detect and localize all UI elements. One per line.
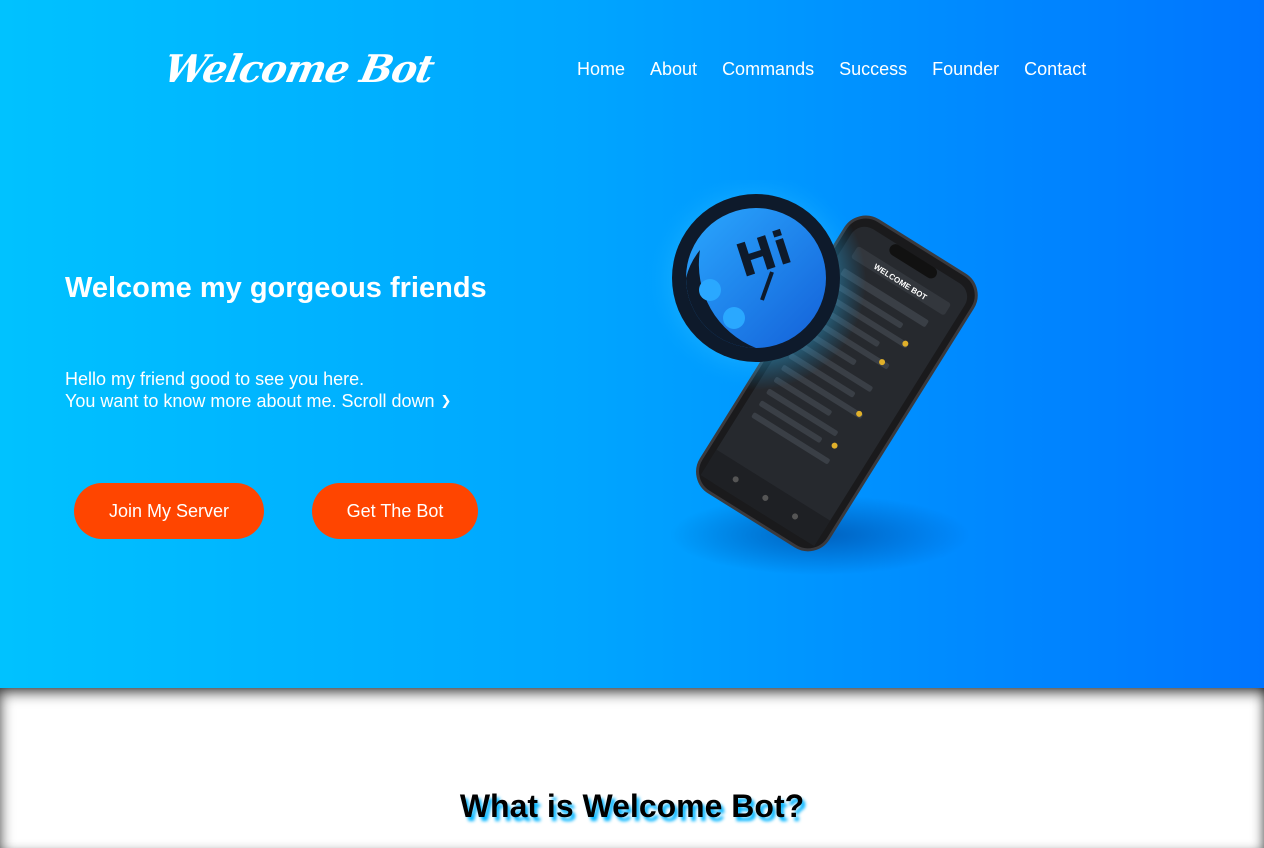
nav-commands[interactable]: Commands (722, 59, 814, 80)
join-server-button[interactable]: Join My Server (74, 483, 264, 539)
hi-badge-icon: Hi (672, 194, 840, 362)
phone-illustration: WELCOME BOT Hi (646, 180, 978, 575)
hero-intro: Hello my friend good to see you here. Yo… (65, 368, 451, 412)
nav-success[interactable]: Success (839, 59, 907, 80)
nav-contact[interactable]: Contact (1024, 59, 1086, 80)
hero-section: Welcome Bot Home About Commands Success … (0, 0, 1264, 688)
site-logo[interactable]: Welcome Bot (160, 46, 438, 91)
double-chevron-down-icon[interactable]: ❯︎ (441, 390, 452, 412)
section-title: What is Welcome Bot? (459, 788, 805, 824)
about-section: What is Welcome Bot? (0, 688, 1264, 848)
intro-line-2-text: You want to know more about me. Scroll d… (65, 391, 435, 411)
main-nav: Home About Commands Success Founder Cont… (577, 59, 1086, 80)
intro-line-1: Hello my friend good to see you here. (65, 369, 365, 389)
nav-home[interactable]: Home (577, 59, 625, 80)
nav-founder[interactable]: Founder (932, 59, 999, 80)
get-bot-button[interactable]: Get The Bot (312, 483, 478, 539)
hero-headline: Welcome my gorgeous friends (65, 272, 487, 304)
nav-about[interactable]: About (650, 59, 697, 80)
intro-line-2: You want to know more about me. Scroll d… (65, 390, 451, 412)
